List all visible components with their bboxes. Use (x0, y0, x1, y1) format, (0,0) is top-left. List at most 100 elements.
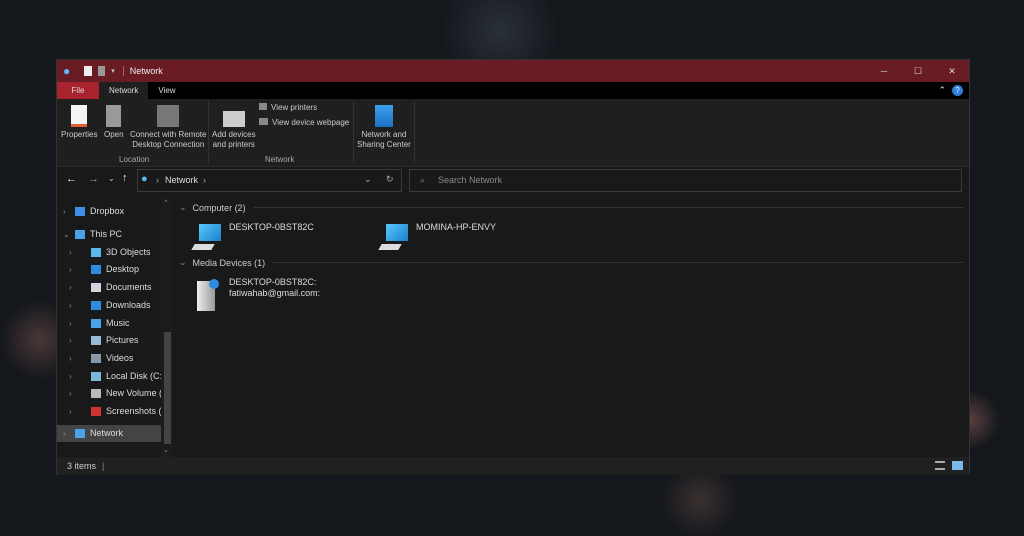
remote-desktop-icon (157, 105, 180, 127)
close-button[interactable]: ✕ (935, 66, 969, 77)
nav-item[interactable]: › Videos (57, 350, 161, 367)
printers-icon (259, 103, 267, 110)
nav-scrollbar-thumb[interactable] (164, 332, 171, 444)
open-button[interactable]: Open (104, 105, 124, 140)
nav-item-label: Videos (106, 352, 134, 363)
nav-item-label: New Volume (D:) (106, 388, 161, 399)
folder-icon (91, 283, 101, 293)
ribbon: Properties Open Connect with Remote Deskt… (57, 99, 969, 167)
tab-view[interactable]: View (148, 82, 185, 99)
details-view-button[interactable] (935, 461, 945, 470)
chevron-right-icon[interactable]: › (69, 297, 72, 314)
nav-item[interactable]: › Local Disk (C:) (57, 368, 161, 385)
breadcrumb-network[interactable]: Network (165, 175, 198, 185)
help-icon[interactable]: ? (952, 85, 963, 96)
refresh-button[interactable]: ↻ (386, 174, 394, 185)
add-devices-button[interactable]: Add devices and printers (212, 105, 256, 150)
chevron-down-icon[interactable]: ⌄ (63, 226, 70, 243)
nav-item-label: Local Disk (C:) (106, 370, 161, 381)
nav-item-label: 3D Objects (106, 246, 151, 257)
address-dropdown-icon[interactable]: ⌄ (364, 174, 372, 185)
chevron-right-icon[interactable]: › (69, 350, 72, 367)
nav-item[interactable]: ⌄ This PC (57, 226, 161, 243)
folder-icon (91, 300, 101, 310)
collapse-ribbon-icon[interactable]: ⌃ (938, 82, 946, 99)
media-device-icon (193, 279, 223, 313)
minimize-button[interactable]: ─ (867, 66, 901, 76)
folder-icon (91, 247, 101, 257)
nav-scrollbar[interactable]: ⌃ ⌄ (161, 197, 173, 457)
chevron-right-icon[interactable]: › (69, 315, 72, 332)
address-bar[interactable]: ● › Network › ⌄ ↻ (137, 169, 402, 192)
chevron-down-icon[interactable]: ⌄ (179, 202, 187, 213)
nav-item[interactable]: › Documents (57, 279, 161, 296)
folder-icon (91, 318, 101, 328)
nav-item[interactable]: › Screenshots (\\M (57, 403, 161, 420)
chevron-right-icon[interactable]: › (63, 203, 66, 220)
nav-item[interactable]: › Dropbox (57, 203, 161, 220)
chevron-right-icon[interactable]: › (69, 332, 72, 349)
recent-locations-dropdown[interactable]: ⌄ (108, 174, 115, 183)
chevron-right-icon[interactable]: › (69, 368, 72, 385)
nav-item-label: Screenshots (\\M (106, 406, 161, 416)
status-bar: 3 items | (57, 457, 969, 475)
network-icon: ● (141, 173, 148, 185)
nav-item[interactable]: › Network (57, 424, 161, 442)
nav-item-label: Network (90, 427, 124, 438)
back-button[interactable]: ← (66, 173, 77, 185)
search-input[interactable]: ⌕ Search Network (409, 169, 962, 192)
maximize-button[interactable]: ☐ (901, 66, 935, 77)
nav-item[interactable]: › Downloads (57, 297, 161, 314)
computer-item[interactable]: DESKTOP-0BST82C (191, 222, 314, 254)
group-header[interactable]: ⌄ Computer (2) (179, 202, 964, 213)
computer-item[interactable]: MOMINA-HP-ENVY (378, 222, 496, 254)
folder-icon (75, 230, 85, 239)
chevron-right-icon[interactable]: › (69, 403, 72, 420)
view-printers-button[interactable]: View printers (259, 103, 317, 113)
quick-access-dropdown-icon[interactable]: ▾ (111, 67, 115, 75)
chevron-right-icon[interactable]: › (69, 261, 72, 278)
network-sharing-center-button[interactable]: Network and Sharing Center (357, 105, 411, 150)
chevron-right-icon[interactable]: › (69, 385, 72, 402)
ribbon-tabs: File Network View ⌃ ? (57, 82, 969, 99)
tab-network[interactable]: Network (99, 82, 149, 99)
search-icon: ⌕ (420, 175, 426, 185)
up-button[interactable]: ↑ (122, 172, 128, 184)
chevron-right-icon[interactable]: › (69, 244, 72, 261)
nav-item[interactable]: › Pictures (57, 332, 161, 349)
group-header[interactable]: ⌄ Media Devices (1) (179, 257, 964, 268)
window-title: Network (122, 66, 163, 76)
location-group-label: Location (119, 155, 150, 164)
remote-desktop-button[interactable]: Connect with Remote Desktop Connection (130, 105, 206, 150)
forward-button[interactable]: → (88, 173, 99, 185)
file-explorer-window: ● ▾ Network ─ ☐ ✕ File Network View ⌃ ? … (56, 59, 970, 475)
properties-quick-icon[interactable] (84, 66, 93, 76)
nav-item[interactable]: › Music (57, 315, 161, 332)
network-icon: ● (63, 64, 71, 78)
navigation-pane: › Dropbox ⌄ This PC › 3D Objects › Desktop ›… (57, 197, 173, 457)
nav-item[interactable]: › New Volume (D:) (57, 385, 161, 402)
folder-icon (91, 407, 101, 416)
nav-item-label: Documents (106, 282, 152, 293)
tab-file[interactable]: File (57, 82, 99, 99)
chevron-right-icon[interactable]: › (69, 279, 72, 296)
nav-item-label: Music (106, 317, 130, 328)
folder-quick-icon[interactable] (98, 66, 106, 76)
nav-item[interactable]: › 3D Objects (57, 244, 161, 261)
folder-icon (91, 265, 101, 275)
folder-icon (91, 371, 101, 381)
chevron-right-icon[interactable]: › (63, 425, 66, 442)
webpage-icon (259, 118, 268, 125)
folder-icon (75, 428, 85, 438)
nav-item[interactable]: › Desktop (57, 261, 161, 278)
chevron-down-icon[interactable]: ⌄ (179, 257, 187, 268)
folder-icon (75, 207, 85, 216)
properties-button[interactable]: Properties (61, 105, 97, 140)
large-icons-view-button[interactable] (952, 461, 963, 470)
network-sharing-icon (374, 105, 393, 127)
nav-item-label: Pictures (106, 335, 139, 346)
folder-icon (91, 389, 101, 399)
media-device-item[interactable]: DESKTOP-0BST82C: fatiwahab@gmail.com: (193, 277, 320, 313)
view-device-webpage-button[interactable]: View device webpage (259, 118, 349, 128)
nav-item-label: This PC (90, 229, 123, 239)
